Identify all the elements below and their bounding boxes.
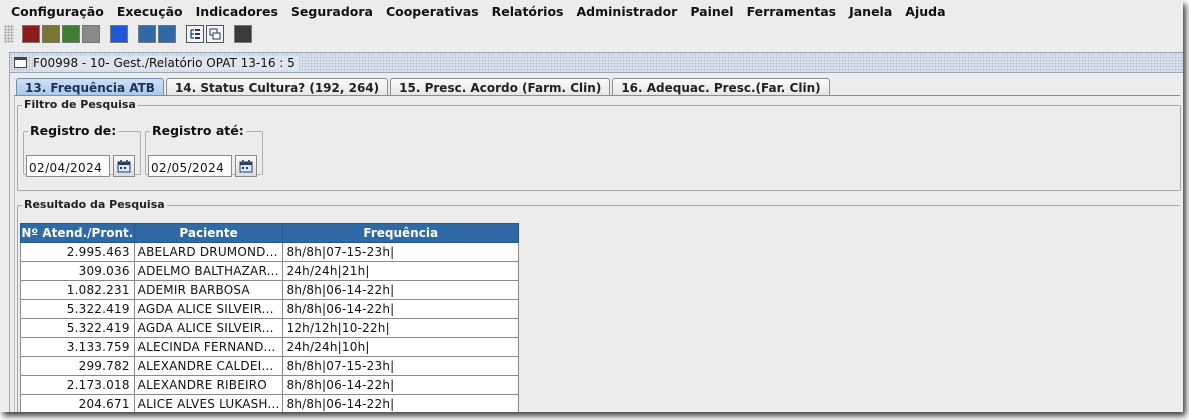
tab-presc-acordo[interactable]: 15. Presc. Acordo (Farm. Clin) [390, 78, 611, 96]
cell-paciente: ALEXANDRE RIBEIRO [133, 375, 284, 395]
menu-janela[interactable]: Janela [849, 4, 892, 19]
menu-bar: Configuração Execução Indicadores Segura… [0, 0, 1183, 22]
cell-atendimento: 3.133.759 [20, 337, 135, 357]
tab-adequac-presc[interactable]: 16. Adequac. Presc.(Far. Clin) [612, 78, 830, 96]
cell-atendimento: 309.036 [20, 261, 135, 281]
menu-indicadores[interactable]: Indicadores [196, 4, 278, 19]
toolbar-button-2[interactable] [42, 25, 60, 43]
table-row[interactable]: 299.782 ALEXANDRE CALDEI... 8h/8h|07-15-23… [20, 356, 519, 376]
cell-frequencia: 8h/8h|06-14-22h| [282, 394, 519, 412]
cell-paciente: AGDA ALICE SILVEIR... [133, 299, 284, 319]
cell-paciente: ALICE ALVES LUKASH... [133, 394, 284, 412]
search-filter-panel: Filtro de Pesquisa Registro de: Registro… [17, 99, 1181, 191]
table-row[interactable]: 5.322.419 AGDA ALICE SILVEIR... 8h/8h|06-1… [20, 299, 519, 319]
date-from-label: Registro de: [30, 123, 117, 138]
menu-configuracao[interactable]: Configuração [11, 4, 104, 19]
cell-frequencia: 8h/8h|06-14-22h| [282, 375, 519, 395]
date-to-group: Registro até: [145, 123, 263, 177]
menu-execucao[interactable]: Execução [117, 4, 183, 19]
tab-content: Filtro de Pesquisa Registro de: Registro… [14, 96, 1181, 412]
result-table: Nº Atend./Pront. Paciente Frequência 2.9… [20, 223, 519, 412]
date-from-input[interactable] [26, 155, 110, 177]
cell-atendimento: 2.995.463 [20, 242, 135, 262]
cell-atendimento: 5.322.419 [20, 318, 135, 338]
cell-paciente: AGDA ALICE SILVEIR... [133, 318, 284, 338]
menu-painel[interactable]: Painel [690, 4, 733, 19]
cell-atendimento: 5.322.419 [20, 299, 135, 319]
toolbar-button-4[interactable] [82, 25, 100, 43]
tab-strip: 13. Frequência ATB 14. Status Cultura? (… [16, 77, 832, 96]
toolbar-button-7[interactable] [158, 25, 176, 43]
table-row[interactable]: 5.322.419 AGDA ALICE SILVEIR... 12h/12h|10… [20, 318, 519, 338]
menu-administrador[interactable]: Administrador [577, 4, 678, 19]
menu-relatorios[interactable]: Relatórios [492, 4, 564, 19]
toolbar-grip-icon[interactable] [4, 25, 14, 43]
cell-frequencia: 8h/8h|07-15-23h| [282, 242, 519, 262]
cell-frequencia: 24h/24h|10h| [282, 337, 519, 357]
cell-frequencia: 12h/12h|10-22h| [282, 318, 519, 338]
column-header-frequencia[interactable]: Frequência [282, 223, 519, 243]
calendar-from-icon[interactable] [113, 155, 135, 177]
cell-paciente: ADELMO BALTHAZAR... [133, 261, 284, 281]
date-to-label: Registro até: [152, 123, 244, 138]
window-titlebar[interactable]: F00998 - 10- Gest./Relatório OPAT 13-16 … [10, 53, 1183, 73]
tab-frequencia-atb[interactable]: 13. Frequência ATB [16, 78, 164, 96]
search-result-legend: Resultado da Pesquisa [24, 198, 165, 211]
toolbar-button-6[interactable] [138, 25, 156, 43]
cell-frequencia: 8h/8h|07-15-23h| [282, 356, 519, 376]
cell-atendimento: 1.082.231 [20, 280, 135, 300]
menu-seguradora[interactable]: Seguradora [291, 4, 373, 19]
search-result-panel: Resultado da Pesquisa Nº Atend./Pront. P… [17, 199, 1180, 412]
table-row[interactable]: 1.082.231 ADEMIR BARBOSA 8h/8h|06-14-22h| [20, 280, 519, 300]
table-row[interactable]: 204.671 ALICE ALVES LUKASH... 8h/8h|06-14-… [20, 394, 519, 412]
window-title: F00998 - 10- Gest./Relatório OPAT 13-16 … [33, 55, 299, 70]
cell-paciente: ADEMIR BARBOSA [133, 280, 284, 300]
menu-cooperativas[interactable]: Cooperativas [386, 4, 479, 19]
window-icon [14, 57, 27, 68]
calendar-to-icon[interactable] [235, 155, 257, 177]
date-from-group: Registro de: [23, 123, 141, 177]
column-header-paciente[interactable]: Paciente [133, 223, 284, 243]
application-window: Configuração Execução Indicadores Segura… [0, 0, 1183, 412]
cell-paciente: ALEXANDRE CALDEI... [133, 356, 284, 376]
menu-ajuda[interactable]: Ajuda [905, 4, 945, 19]
tab-status-cultura[interactable]: 14. Status Cultura? (192, 264) [165, 78, 389, 96]
toolbar-button-5[interactable] [110, 25, 128, 43]
toolbar-button-dark[interactable] [234, 25, 252, 43]
table-header-row: Nº Atend./Pront. Paciente Frequência [20, 223, 519, 243]
search-filter-legend: Filtro de Pesquisa [24, 98, 136, 111]
menu-ferramentas[interactable]: Ferramentas [747, 4, 837, 19]
cascade-windows-icon[interactable] [206, 25, 224, 43]
cell-atendimento: 204.671 [20, 394, 135, 412]
cell-atendimento: 299.782 [20, 356, 135, 376]
toolbar [4, 23, 284, 45]
column-header-atendimento[interactable]: Nº Atend./Pront. [20, 223, 135, 243]
table-row[interactable]: 3.133.759 ALECINDA FERNAND... 24h/24h|10h| [20, 337, 519, 357]
toolbar-button-3[interactable] [62, 25, 80, 43]
cell-paciente: ALECINDA FERNAND... [133, 337, 284, 357]
tree-view-icon[interactable] [186, 25, 204, 43]
cell-atendimento: 2.173.018 [20, 375, 135, 395]
cell-paciente: ABELARD DRUMOND... [133, 242, 284, 262]
table-row[interactable]: 2.995.463 ABELARD DRUMOND... 8h/8h|07-15-2… [20, 242, 519, 262]
date-to-input[interactable] [148, 155, 232, 177]
toolbar-button-1[interactable] [22, 25, 40, 43]
cell-frequencia: 8h/8h|06-14-22h| [282, 280, 519, 300]
table-row[interactable]: 2.173.018 ALEXANDRE RIBEIRO 8h/8h|06-14-22… [20, 375, 519, 395]
cell-frequencia: 24h/24h|21h| [282, 261, 519, 281]
internal-window: F00998 - 10- Gest./Relatório OPAT 13-16 … [9, 52, 1183, 412]
cell-frequencia: 8h/8h|06-14-22h| [282, 299, 519, 319]
table-row[interactable]: 309.036 ADELMO BALTHAZAR... 24h/24h|21h| [20, 261, 519, 281]
